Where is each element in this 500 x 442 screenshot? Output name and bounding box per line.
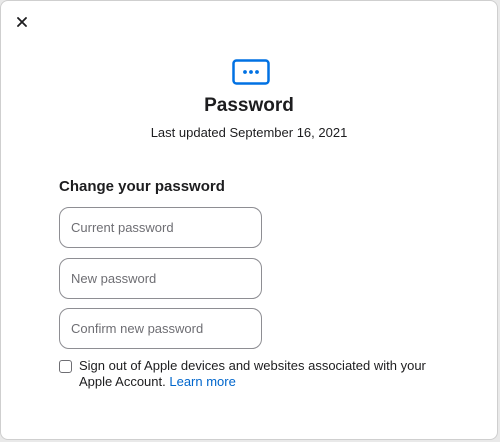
new-password-field[interactable] [59,258,262,299]
dialog-title: Password [204,95,294,116]
signout-label: Sign out of Apple devices and websites a… [79,358,439,390]
signout-text: Sign out of Apple devices and websites a… [79,358,426,389]
close-button[interactable] [13,13,31,31]
password-dots-icon [232,59,270,85]
current-password-field[interactable] [59,207,262,248]
learn-more-link[interactable]: Learn more [169,374,235,389]
last-updated-text: Last updated September 16, 2021 [150,125,348,140]
signout-checkbox[interactable] [59,360,72,373]
password-dialog: Password Last updated September 16, 2021… [0,0,498,440]
close-icon [17,17,27,27]
change-password-heading: Change your password [59,178,225,195]
confirm-password-field[interactable] [59,308,262,349]
